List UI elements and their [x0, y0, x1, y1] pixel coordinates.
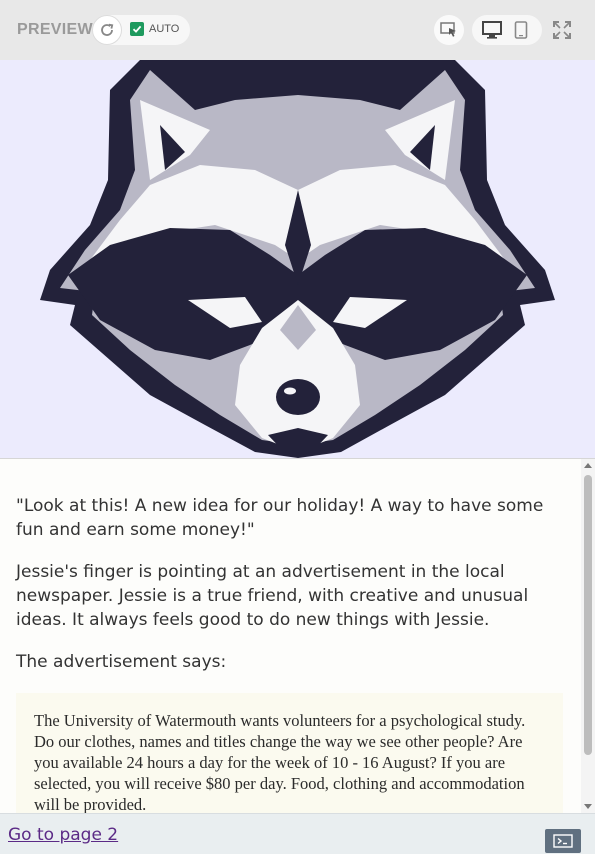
fullscreen-icon [553, 21, 571, 39]
fullscreen-button[interactable] [550, 18, 574, 42]
scroll-up-arrow-icon[interactable] [584, 463, 592, 468]
desktop-view-button[interactable] [480, 19, 504, 41]
inspect-button[interactable] [434, 15, 464, 45]
story-content: "Look at this! A new idea for our holida… [0, 459, 581, 813]
preview-toolbar: PREVIEW AUTO [0, 0, 595, 60]
desktop-icon [482, 21, 502, 39]
auto-checkbox[interactable] [130, 22, 144, 36]
mobile-view-button[interactable] [510, 19, 532, 41]
paragraph-advert-intro: The advertisement says: [16, 652, 227, 672]
refresh-icon [101, 23, 114, 36]
advertisement-text: The University of Watermouth wants volun… [34, 711, 526, 813]
console-icon [553, 834, 573, 848]
paragraph-jessie: Jessie's finger is pointing at an advert… [16, 562, 529, 630]
auto-label[interactable]: AUTO [149, 23, 179, 35]
refresh-button[interactable] [92, 15, 122, 45]
footer-bar: Go to page 2 [0, 813, 595, 854]
go-to-page-2-link[interactable]: Go to page 2 [8, 825, 118, 845]
raccoon-logo [40, 60, 555, 458]
paragraph-quote: "Look at this! A new idea for our holida… [16, 496, 544, 540]
scroll-down-arrow-icon[interactable] [584, 804, 592, 809]
mobile-icon [514, 21, 528, 39]
checkmark-icon [132, 25, 142, 33]
scrollbar-thumb[interactable] [584, 475, 592, 755]
inspect-icon [440, 22, 456, 37]
preview-label: PREVIEW [17, 21, 93, 38]
content-scrollbar[interactable] [581, 459, 595, 813]
hero-image [0, 60, 595, 458]
console-button[interactable] [545, 829, 581, 853]
advertisement-box: The University of Watermouth wants volun… [16, 693, 563, 813]
